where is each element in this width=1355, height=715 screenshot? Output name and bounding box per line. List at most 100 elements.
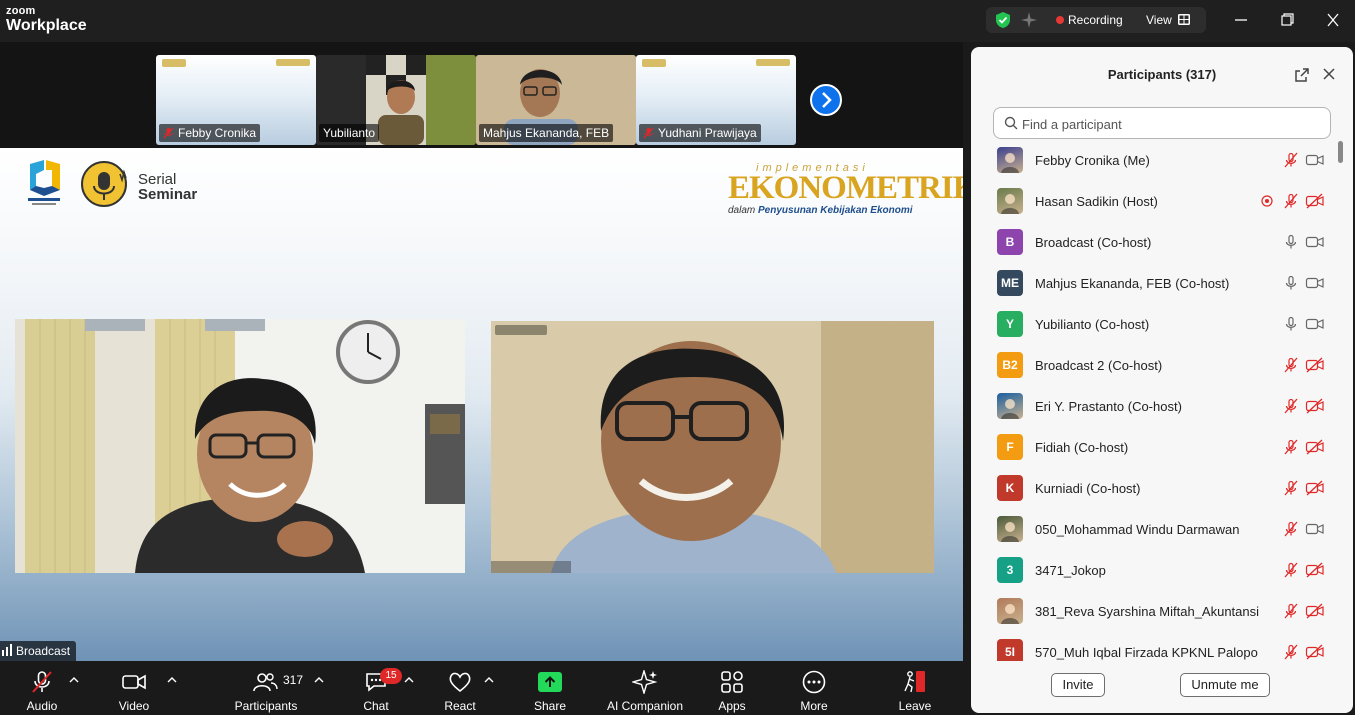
mic-muted-icon[interactable]: [1283, 603, 1299, 619]
video-off-icon[interactable]: [1305, 357, 1325, 373]
video-caret-icon[interactable]: [167, 676, 177, 684]
popout-icon[interactable]: [1294, 67, 1310, 83]
thumbnail-yudhani[interactable]: Yudhani Prawijaya: [636, 55, 796, 145]
participant-row[interactable]: Febby Cronika (Me): [971, 141, 1336, 182]
participant-row[interactable]: 381_Reva Syarshina Miftah_Akuntansi: [971, 592, 1336, 633]
avatar: B2: [997, 352, 1023, 378]
ai-companion-button[interactable]: AI Companion: [600, 661, 690, 715]
thumbnail-yubilianto[interactable]: Yubilianto: [316, 55, 476, 145]
react-label: React: [444, 699, 476, 713]
unmute-me-button[interactable]: Unmute me: [1180, 673, 1270, 697]
next-page-button[interactable]: [810, 84, 842, 116]
video-off-icon[interactable]: [1305, 603, 1325, 619]
participant-row[interactable]: ME Mahjus Ekananda, FEB (Co-host): [971, 264, 1336, 305]
chat-caret-icon[interactable]: [404, 676, 414, 684]
mic-muted-icon[interactable]: [1283, 644, 1299, 660]
recording-label[interactable]: Recording: [1068, 13, 1123, 27]
participants-caret-icon[interactable]: [314, 676, 324, 684]
avatar: [997, 188, 1023, 214]
maximize-icon[interactable]: [1276, 10, 1298, 30]
participant-list-scrollbar[interactable]: [1337, 141, 1345, 661]
mic-muted-icon[interactable]: [1283, 439, 1299, 455]
video-icon[interactable]: [1305, 275, 1325, 291]
participants-button[interactable]: Participants: [230, 661, 302, 715]
kominfo-logo: [28, 160, 60, 205]
participant-name: Kurniadi (Co-host): [1035, 481, 1141, 496]
video-off-icon[interactable]: [1305, 398, 1325, 414]
thumbnail-name-tag: Mahjus Ekananda, FEB: [479, 124, 614, 142]
apps-label: Apps: [718, 699, 746, 713]
react-button[interactable]: React: [436, 661, 484, 715]
apps-button[interactable]: Apps: [708, 661, 756, 715]
participant-row[interactable]: 050_Mohammad Windu Darmawan: [971, 510, 1336, 551]
participant-name: 381_Reva Syarshina Miftah_Akuntansi: [1035, 604, 1260, 619]
participant-row[interactable]: 5I 570_Muh Iqbal Firzada KPKNL Palopo: [971, 633, 1336, 661]
avatar: Y: [997, 311, 1023, 337]
avatar: [997, 598, 1023, 624]
mic-muted-icon[interactable]: [1283, 152, 1299, 168]
thumbnail-febby[interactable]: Febby Cronika: [156, 55, 316, 145]
close-window-icon[interactable]: [1322, 10, 1344, 30]
apps-grid-icon: [721, 671, 743, 693]
participant-row[interactable]: K Kurniadi (Co-host): [971, 469, 1336, 510]
share-button[interactable]: Share: [524, 661, 576, 715]
participant-row[interactable]: F Fidiah (Co-host): [971, 428, 1336, 469]
ai-sparkle-icon[interactable]: [1020, 11, 1038, 29]
invite-button[interactable]: Invite: [1051, 673, 1105, 697]
participant-name: Broadcast (Co-host): [1035, 235, 1152, 250]
thumbnail-mahjus[interactable]: Mahjus Ekananda, FEB: [476, 55, 636, 145]
video-off-icon[interactable]: [1305, 193, 1325, 209]
view-grid-icon[interactable]: [1178, 14, 1190, 25]
thumbnail-name: Yudhani Prawijaya: [658, 126, 757, 140]
audio-button[interactable]: Audio: [16, 661, 68, 715]
mic-icon[interactable]: [1283, 316, 1299, 332]
avatar: F: [997, 434, 1023, 460]
video-icon[interactable]: [1305, 234, 1325, 250]
video-off-icon[interactable]: [1305, 439, 1325, 455]
leave-button[interactable]: Leave: [890, 661, 940, 715]
participants-icon: [253, 673, 278, 692]
thumbnail-name: Mahjus Ekananda, FEB: [483, 126, 610, 140]
mic-icon[interactable]: [1283, 275, 1299, 291]
mic-muted-icon[interactable]: [1283, 357, 1299, 373]
video-icon[interactable]: [1305, 521, 1325, 537]
mic-muted-icon[interactable]: [1283, 398, 1299, 414]
react-caret-icon[interactable]: [484, 676, 494, 684]
avatar: K: [997, 475, 1023, 501]
participant-row[interactable]: B Broadcast (Co-host): [971, 223, 1336, 264]
video-button[interactable]: Video: [108, 661, 160, 715]
participant-name: 570_Muh Iqbal Firzada KPKNL Palopo: [1035, 645, 1258, 660]
video-off-icon[interactable]: [1305, 480, 1325, 496]
slide-tagline-prefix: dalam: [728, 205, 759, 216]
shared-screen: Serial Seminar implementasi EKONOMETRIKA…: [0, 148, 963, 661]
slide-title: EKONOMETRIKA: [728, 170, 963, 206]
close-panel-icon[interactable]: [1322, 67, 1336, 81]
search-input[interactable]: [1022, 114, 1312, 134]
minimize-icon[interactable]: [1230, 10, 1252, 30]
video-off-icon[interactable]: [1305, 644, 1325, 660]
video-icon[interactable]: [1305, 152, 1325, 168]
participant-row[interactable]: 3 3471_Jokop: [971, 551, 1336, 592]
video-off-icon[interactable]: [1305, 562, 1325, 578]
view-button[interactable]: View: [1146, 13, 1172, 27]
avatar: 5I: [997, 639, 1023, 661]
participant-row[interactable]: B2 Broadcast 2 (Co-host): [971, 346, 1336, 387]
recording-dot-icon: [1056, 16, 1064, 24]
mic-muted-icon[interactable]: [1283, 521, 1299, 537]
participant-name: Mahjus Ekananda, FEB (Co-host): [1035, 276, 1230, 291]
mic-muted-icon[interactable]: [1283, 193, 1299, 209]
leave-door-icon: [904, 671, 925, 693]
participant-row[interactable]: Eri Y. Prastanto (Co-host): [971, 387, 1336, 428]
participant-search[interactable]: [993, 107, 1331, 139]
mic-muted-icon[interactable]: [1283, 480, 1299, 496]
mic-muted-icon[interactable]: [1283, 562, 1299, 578]
mic-icon[interactable]: [1283, 234, 1299, 250]
participant-row[interactable]: Hasan Sadikin (Host): [971, 182, 1336, 223]
participant-row[interactable]: Y Yubilianto (Co-host): [971, 305, 1336, 346]
scrollbar-thumb[interactable]: [1338, 141, 1343, 163]
audio-caret-icon[interactable]: [69, 676, 79, 684]
speaker-video-right: [491, 321, 934, 573]
more-button[interactable]: More: [790, 661, 838, 715]
security-shield-icon[interactable]: [994, 11, 1012, 29]
video-icon[interactable]: [1305, 316, 1325, 332]
